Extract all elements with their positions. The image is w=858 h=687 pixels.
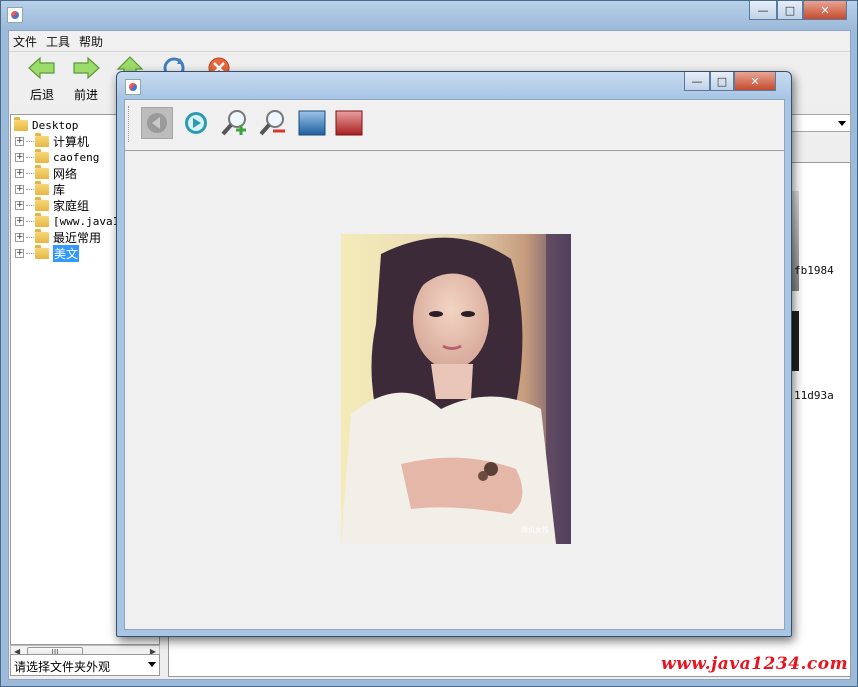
zoom-in-icon xyxy=(221,110,246,136)
java-app-icon xyxy=(125,79,141,95)
menu-bar: 文件 工具 帮助 xyxy=(9,31,850,52)
expand-icon[interactable]: + xyxy=(15,200,24,210)
back-arrow-icon xyxy=(28,56,55,80)
viewer-toolbar xyxy=(125,100,784,151)
tree-item-label: 库 xyxy=(53,182,66,197)
back-label: 后退 xyxy=(29,88,54,102)
expand-icon[interactable]: + xyxy=(15,216,24,226)
java-app-icon xyxy=(7,7,23,23)
next-image-button[interactable] xyxy=(180,107,212,139)
folder-icon xyxy=(14,116,28,131)
forward-arrow-icon xyxy=(73,56,100,80)
tree-item-label: 家庭组 xyxy=(53,198,90,213)
view-combo[interactable] xyxy=(789,114,851,132)
tree-item-java1234[interactable]: + [www.java123 xyxy=(15,212,132,229)
red-swatch-icon xyxy=(335,110,363,136)
expand-icon[interactable]: + xyxy=(15,136,24,146)
tree-item-library[interactable]: + 库 xyxy=(15,180,66,197)
back-button[interactable]: 后退 xyxy=(22,56,62,103)
folder-icon xyxy=(35,196,49,211)
expand-icon[interactable]: + xyxy=(15,168,24,178)
tree-root-desktop[interactable]: Desktop xyxy=(14,116,79,133)
folder-icon xyxy=(35,212,49,227)
tree-item-label: caofeng xyxy=(53,150,100,164)
tree-item-label: 网络 xyxy=(53,166,78,181)
close-button[interactable]: ✕ xyxy=(803,1,847,20)
folder-appearance-combo[interactable]: 请选择文件夹外观 xyxy=(10,654,160,676)
previous-image-button[interactable] xyxy=(141,107,173,139)
viewer-minimize-button[interactable]: — xyxy=(684,72,710,91)
folder-icon xyxy=(35,132,49,147)
site-watermark: www.java1234.com xyxy=(661,654,849,674)
dropdown-arrow-icon xyxy=(148,662,156,667)
blue-swatch-icon xyxy=(298,110,326,136)
forward-label: 前进 xyxy=(73,88,98,102)
file-item-label[interactable]: 11d93a xyxy=(794,389,834,402)
folder-icon xyxy=(35,244,49,259)
displayed-photo: 腾讯女性 xyxy=(341,234,571,544)
tree-item-caofeng[interactable]: + caofeng xyxy=(15,148,100,165)
zoom-in-button[interactable] xyxy=(219,107,251,139)
tree-item-meiwen[interactable]: + 美文 xyxy=(15,244,80,262)
folder-icon xyxy=(35,180,49,195)
menu-tools[interactable]: 工具 xyxy=(46,33,70,50)
tree-item-recent[interactable]: + 最近常用 xyxy=(15,228,102,245)
menu-file[interactable]: 文件 xyxy=(13,33,37,50)
expand-icon[interactable]: + xyxy=(15,248,24,258)
play-next-icon xyxy=(185,112,207,134)
expand-icon[interactable]: + xyxy=(15,152,24,162)
viewer-client-area: 腾讯女性 xyxy=(124,99,785,630)
viewer-close-button[interactable]: ✕ xyxy=(734,72,776,91)
minimize-button[interactable]: — xyxy=(749,1,777,20)
red-theme-button[interactable] xyxy=(333,107,365,139)
image-viewer-window: — □ ✕ 腾讯女性 xyxy=(116,71,792,637)
folder-icon xyxy=(35,164,49,179)
expand-icon[interactable]: + xyxy=(15,232,24,242)
zoom-out-icon xyxy=(259,110,285,136)
tree-item-label: 计算机 xyxy=(53,134,90,149)
portrait-image: 腾讯女性 xyxy=(341,234,571,544)
tree-item-label: 最近常用 xyxy=(53,230,102,245)
menu-help[interactable]: 帮助 xyxy=(79,33,103,50)
file-item-label[interactable]: fb1984 xyxy=(794,264,834,277)
blue-theme-button[interactable] xyxy=(296,107,328,139)
photo-caption: 腾讯女性 xyxy=(521,525,549,534)
zoom-out-button[interactable] xyxy=(257,107,289,139)
forward-button[interactable]: 前进 xyxy=(66,56,106,103)
tree-item-label-selected: 美文 xyxy=(53,244,80,262)
tree-item-network[interactable]: + 网络 xyxy=(15,164,78,181)
toolbar-grip[interactable] xyxy=(128,106,131,142)
tree-item-computer[interactable]: + 计算机 xyxy=(15,132,90,149)
dropdown-arrow-icon xyxy=(838,121,846,126)
main-title-bar[interactable]: — □ ✕ xyxy=(1,1,857,29)
folder-icon xyxy=(35,228,49,243)
folder-appearance-value: 请选择文件夹外观 xyxy=(14,660,111,674)
tree-item-homegroup[interactable]: + 家庭组 xyxy=(15,196,90,213)
expand-icon[interactable]: + xyxy=(15,184,24,194)
maximize-button[interactable]: □ xyxy=(777,1,803,20)
previous-icon xyxy=(147,113,167,133)
tree-root-label: Desktop xyxy=(32,118,79,132)
folder-icon xyxy=(35,148,49,163)
viewer-maximize-button[interactable]: □ xyxy=(710,72,734,91)
